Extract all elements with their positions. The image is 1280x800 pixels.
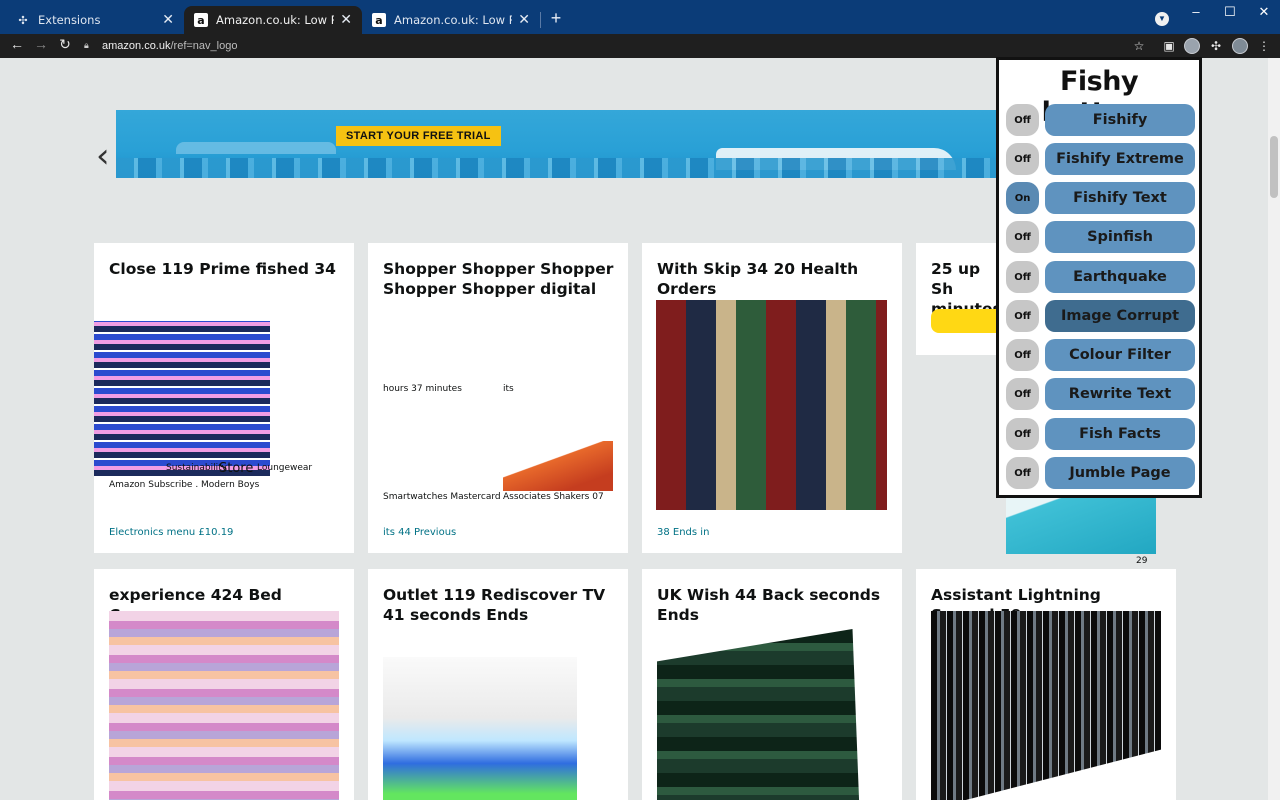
puzzle-icon: ✣ <box>18 13 28 27</box>
card-image <box>931 611 1161 800</box>
amazon-icon: a <box>194 13 208 27</box>
rewrite-text-button[interactable]: Rewrite Text <box>1045 378 1195 410</box>
free-trial-badge: START YOUR FREE TRIAL <box>336 126 501 146</box>
card-title: With Skip 34 20 Health Orders <box>657 260 859 298</box>
product-card[interactable]: 25 up Sh minutes <box>916 243 998 355</box>
spinfish-button[interactable]: Spinfish <box>1045 221 1195 253</box>
jumble-page-button[interactable]: Jumble Page <box>1045 457 1195 489</box>
tab-strip: ✣ Extensions ✕ a Amazon.co.uk: Low Price… <box>0 0 1280 34</box>
back-arrow-icon[interactable]: ← <box>7 36 27 52</box>
card-link[interactable]: its 44 Previous <box>383 527 456 538</box>
product-card[interactable]: Outlet 119 Rediscover TV 41 seconds Ends <box>368 569 628 800</box>
tab-divider <box>540 12 541 28</box>
fishify-extreme-button[interactable]: Fishify Extreme <box>1045 143 1195 175</box>
card-link[interactable]: 38 Ends in <box>657 527 709 538</box>
card-overlay-text: Loungewear <box>257 463 313 473</box>
quad-image <box>503 441 613 491</box>
earthquake-button[interactable]: Earthquake <box>1045 261 1195 293</box>
address-bar[interactable]: 🔒︎ amazon.co.uk/ref=nav_logo <box>84 37 1148 55</box>
extension-icon[interactable]: ▣ <box>1160 37 1178 55</box>
scrollbar-thumb[interactable] <box>1270 136 1278 198</box>
card-title: UK Wish 44 Back seconds Ends <box>657 586 881 624</box>
maximize-button[interactable]: ☐ <box>1220 4 1240 20</box>
tab-extensions[interactable]: ✣ Extensions ✕ <box>6 6 184 34</box>
carousel-prev-icon[interactable]: ‹ <box>96 136 110 176</box>
quad-label: its <box>503 384 514 394</box>
forward-arrow-icon[interactable]: → <box>31 36 51 52</box>
card-link[interactable]: Electronics menu £10.19 <box>109 527 233 538</box>
quad-label: Smartwatches Mastercard <box>383 492 501 502</box>
books-image <box>656 300 887 510</box>
card-overlay-text: Sustainability <box>166 463 227 473</box>
new-tab-button[interactable]: + <box>546 8 566 29</box>
close-window-button[interactable]: ✕ <box>1254 4 1274 20</box>
quad-label: Associates Shakers 07 <box>503 492 604 502</box>
extensions-puzzle-icon[interactable]: ✣ <box>1207 37 1225 55</box>
product-card[interactable]: UK Wish 44 Back seconds Ends <box>642 569 902 800</box>
product-card[interactable]: experience 424 Bed Careers <box>94 569 354 800</box>
fishify-text-toggle[interactable]: On <box>1006 182 1039 214</box>
card-title: Shopper Shopper Shopper Shopper Shopper … <box>383 260 614 298</box>
card-image <box>657 629 860 800</box>
card-image <box>383 657 577 800</box>
product-card[interactable]: Shopper Shopper Shopper Shopper Shopper … <box>368 243 628 553</box>
fishy-extension-icon[interactable] <box>1183 37 1201 55</box>
tab-search-icon[interactable]: ▼ <box>1155 12 1169 26</box>
page-scrollbar[interactable] <box>1268 58 1280 800</box>
tab-title: Extensions <box>38 13 101 27</box>
card-image <box>109 611 339 800</box>
fishify-text-button[interactable]: Fishify Text <box>1045 182 1195 214</box>
card-title: Close 119 Prime fished 34 <box>109 260 336 278</box>
bookmark-star-icon[interactable]: ☆ <box>1130 37 1148 55</box>
reload-icon[interactable]: ↻ <box>55 36 75 53</box>
fish-facts-toggle[interactable]: Off <box>1006 418 1039 450</box>
profile-avatar[interactable] <box>1231 37 1249 55</box>
ad-feedback-label[interactable]: 29 <box>1136 556 1147 566</box>
image-corrupt-toggle[interactable]: Off <box>1006 300 1039 332</box>
close-icon[interactable]: ✕ <box>340 12 352 28</box>
rewrite-text-toggle[interactable]: Off <box>1006 378 1039 410</box>
browser-toolbar: ← → ↻ 🔒︎ amazon.co.uk/ref=nav_logo ☆ ▣ ✣… <box>0 34 1280 58</box>
fishify-extreme-toggle[interactable]: Off <box>1006 143 1039 175</box>
url-path: /ref=nav_logo <box>170 40 238 52</box>
menu-kebab-icon[interactable]: ⋮ <box>1255 37 1273 55</box>
spinfish-toggle[interactable]: Off <box>1006 221 1039 253</box>
fishy-buttons-popup: Fishy buttons Off Fishify Off Fishify Ex… <box>996 57 1202 498</box>
sign-in-button[interactable] <box>931 309 998 333</box>
banner-decoration <box>176 142 336 154</box>
fishify-button[interactable]: Fishify <box>1045 104 1195 136</box>
product-card[interactable]: Assistant Lightning Second 59 <box>916 569 1176 800</box>
amazon-icon: a <box>372 13 386 27</box>
tab-amazon[interactable]: a Amazon.co.uk: Low Prices in Elec ✕ <box>362 6 540 34</box>
url-host: amazon.co.uk <box>102 40 171 52</box>
image-corrupt-button[interactable]: Image Corrupt <box>1045 300 1195 332</box>
card-title: Outlet 119 Rediscover TV 41 seconds Ends <box>383 586 606 624</box>
banner-glitch <box>116 158 1006 178</box>
close-icon[interactable]: ✕ <box>518 12 530 28</box>
earthquake-toggle[interactable]: Off <box>1006 261 1039 293</box>
product-card[interactable]: Close 119 Prime fished 34 Sustainability… <box>94 243 354 553</box>
fishify-toggle[interactable]: Off <box>1006 104 1039 136</box>
minimize-button[interactable]: – <box>1186 4 1206 19</box>
fish-facts-button[interactable]: Fish Facts <box>1045 418 1195 450</box>
product-card[interactable]: With Skip 34 20 Health Orders 38 Ends in <box>642 243 902 553</box>
close-icon[interactable]: ✕ <box>162 12 174 28</box>
jumble-page-toggle[interactable]: Off <box>1006 457 1039 489</box>
card-caption: Amazon Subscribe . Modern Boys <box>109 480 260 490</box>
lock-icon: 🔒︎ <box>84 40 89 50</box>
colour-filter-button[interactable]: Colour Filter <box>1045 339 1195 371</box>
quad-label: hours 37 minutes <box>383 384 462 394</box>
card-image <box>94 321 270 476</box>
tab-title: Amazon.co.uk: Low Prices in Elec <box>216 13 335 27</box>
colour-filter-toggle[interactable]: Off <box>1006 339 1039 371</box>
hero-banner[interactable]: START YOUR FREE TRIAL <box>116 110 1006 178</box>
tab-amazon-active[interactable]: a Amazon.co.uk: Low Prices in Elec ✕ <box>184 6 362 34</box>
card-overlay-text: Store <box>219 461 254 476</box>
tab-title: Amazon.co.uk: Low Prices in Elec <box>394 13 513 27</box>
